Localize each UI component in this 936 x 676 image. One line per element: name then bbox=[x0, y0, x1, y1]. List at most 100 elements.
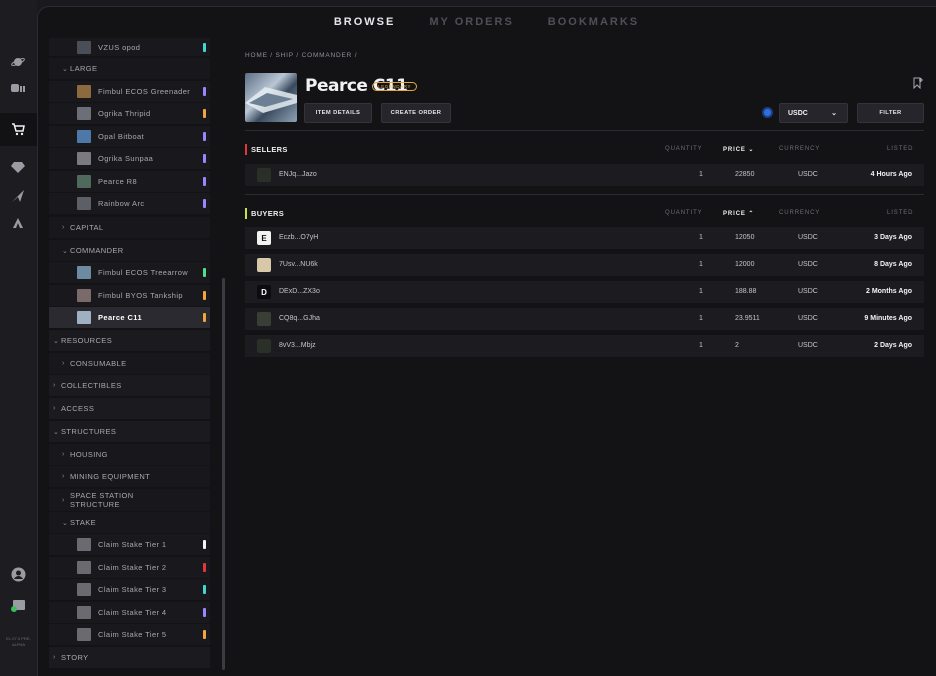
chevron-up-icon: ⌃ bbox=[748, 211, 755, 217]
item-thumbnail bbox=[77, 583, 91, 596]
rarity-indicator bbox=[203, 563, 206, 572]
buyer-row[interactable]: 8vV3...Mbjz 1 2 USDC 2 Days Ago bbox=[245, 335, 924, 357]
top-nav: BROWSE MY ORDERS BOOKMARKS bbox=[37, 6, 936, 38]
rarity-indicator bbox=[203, 43, 206, 52]
avatar bbox=[257, 339, 271, 353]
avatar: D bbox=[257, 285, 271, 299]
item-thumbnail bbox=[77, 197, 91, 210]
seller-row[interactable]: ENJq...Jazo 1 22850 USDC 4 Hours Ago bbox=[245, 164, 924, 186]
col-quantity: QUANTITY bbox=[665, 210, 703, 216]
sidebar-item[interactable]: Fimbul ECOS Treearrow bbox=[49, 262, 210, 283]
main-panel: HOME / SHIP / COMMANDER / Pearce C11 LEG… bbox=[233, 38, 936, 670]
sidebar-item[interactable]: Ogrika Thripid bbox=[49, 103, 210, 124]
avatar bbox=[257, 258, 271, 272]
filter-button[interactable]: FILTER bbox=[857, 103, 924, 123]
left-rail: EL.07.0 PRE-ALPHA bbox=[0, 0, 37, 676]
cart-icon[interactable] bbox=[9, 120, 27, 138]
buyer-row[interactable]: 7Usv...NU6k 1 12000 USDC 8 Days Ago bbox=[245, 254, 924, 276]
chevron-down-icon: ⌄ bbox=[748, 147, 755, 153]
sidebar-group-large[interactable]: ⌄ LARGE bbox=[49, 58, 210, 79]
item-thumbnail bbox=[77, 561, 91, 574]
sellers-accent bbox=[245, 144, 247, 155]
sidebar-item-selected[interactable]: Pearce C11 bbox=[49, 307, 210, 328]
sidebar-group-capital[interactable]: › CAPITAL bbox=[49, 217, 210, 238]
item-image bbox=[245, 73, 297, 122]
sidebar-group-structures[interactable]: ⌄ STRUCTURES bbox=[49, 421, 210, 442]
rarity-indicator bbox=[203, 199, 206, 208]
robot-icon[interactable] bbox=[9, 79, 27, 97]
category-sidebar: VZUS opod ⌄ LARGE Fimbul ECOS Greenader O… bbox=[49, 38, 210, 668]
item-thumbnail bbox=[77, 85, 91, 98]
item-thumbnail bbox=[77, 311, 91, 324]
rarity-indicator bbox=[203, 177, 206, 186]
bookmark-icon[interactable] bbox=[913, 77, 924, 92]
rarity-indicator bbox=[203, 630, 206, 639]
currency-select[interactable]: USDC ⌄ bbox=[779, 103, 848, 123]
sidebar-item[interactable]: Claim Stake Tier 1 bbox=[49, 534, 210, 555]
col-quantity: QUANTITY bbox=[665, 146, 703, 152]
sidebar-group-consumable[interactable]: › CONSUMABLE bbox=[49, 353, 210, 374]
avatar bbox=[257, 168, 271, 182]
rarity-badge: LEGENDARY bbox=[372, 82, 418, 91]
rarity-indicator bbox=[203, 291, 206, 300]
col-currency: CURRENCY bbox=[779, 146, 821, 152]
sidebar-item[interactable]: Fimbul BYOS Tankship bbox=[49, 285, 210, 306]
buyers-accent bbox=[245, 208, 247, 219]
sidebar-scrollbar[interactable] bbox=[222, 278, 225, 670]
col-listed: LISTED bbox=[887, 210, 914, 216]
sellers-title: SELLERS bbox=[251, 145, 288, 154]
wallet-icon[interactable] bbox=[9, 596, 27, 614]
ship-icon[interactable] bbox=[9, 187, 27, 205]
rarity-indicator bbox=[203, 268, 206, 277]
col-price-sort[interactable]: PRICE ⌃ bbox=[723, 210, 754, 217]
sidebar-group-stake[interactable]: ⌄ STAKE bbox=[49, 512, 210, 533]
item-thumbnail bbox=[77, 266, 91, 279]
item-details-button[interactable]: ITEM DETAILS bbox=[304, 103, 372, 123]
sidebar-item[interactable]: Claim Stake Tier 4 bbox=[49, 602, 210, 623]
sidebar-group-story[interactable]: › STORY bbox=[49, 647, 210, 668]
sidebar-item[interactable]: Rainbow Arc bbox=[49, 193, 210, 214]
sidebar-group-access[interactable]: › ACCESS bbox=[49, 398, 210, 419]
rarity-indicator bbox=[203, 109, 206, 118]
sidebar-group-mining-equipment[interactable]: › MINING EQUIPMENT bbox=[49, 466, 210, 487]
sidebar-item[interactable]: Ogrika Sunpaa bbox=[49, 148, 210, 169]
buyer-row[interactable]: E Eczb...O7yH 1 12050 USDC 3 Days Ago bbox=[245, 227, 924, 249]
planet-icon[interactable] bbox=[9, 53, 27, 71]
tab-browse[interactable]: BROWSE bbox=[334, 16, 396, 28]
tab-my-orders[interactable]: MY ORDERS bbox=[429, 16, 513, 28]
item-thumbnail bbox=[77, 628, 91, 641]
sidebar-item[interactable]: VZUS opod bbox=[49, 38, 210, 56]
divider bbox=[245, 194, 924, 195]
col-price-sort[interactable]: PRICE ⌄ bbox=[723, 146, 754, 153]
sidebar-group-commander[interactable]: ⌄ COMMANDER bbox=[49, 240, 210, 261]
create-order-button[interactable]: CREATE ORDER bbox=[381, 103, 451, 123]
buyers-header: BUYERS QUANTITY PRICE ⌃ CURRENCY LISTED bbox=[245, 207, 924, 221]
avatar bbox=[257, 312, 271, 326]
sidebar-group-space-station[interactable]: › SPACE STATION STRUCTURE bbox=[49, 489, 210, 511]
sidebar-group-collectibles[interactable]: › COLLECTIBLES bbox=[49, 375, 210, 396]
sidebar-item[interactable]: Claim Stake Tier 3 bbox=[49, 579, 210, 600]
item-thumbnail bbox=[77, 40, 91, 54]
sidebar-item[interactable]: Opal Bitboat bbox=[49, 126, 210, 147]
atlas-icon[interactable] bbox=[9, 214, 27, 232]
breadcrumb[interactable]: HOME / SHIP / COMMANDER / bbox=[245, 52, 357, 59]
rarity-indicator bbox=[203, 87, 206, 96]
sidebar-item[interactable]: Fimbul ECOS Greenader bbox=[49, 81, 210, 102]
avatar: E bbox=[257, 231, 271, 245]
sidebar-item[interactable]: Pearce R8 bbox=[49, 171, 210, 192]
item-thumbnail bbox=[77, 606, 91, 619]
buyer-row[interactable]: D DExD...ZX3o 1 188.88 USDC 2 Months Ago bbox=[245, 281, 924, 303]
item-thumbnail bbox=[77, 107, 91, 120]
account-icon[interactable] bbox=[9, 565, 27, 583]
sidebar-item[interactable]: Claim Stake Tier 2 bbox=[49, 557, 210, 578]
rarity-indicator bbox=[203, 313, 206, 322]
tab-bookmarks[interactable]: BOOKMARKS bbox=[548, 16, 639, 28]
sidebar-group-resources[interactable]: ⌄ RESOURCES bbox=[49, 330, 210, 351]
col-listed: LISTED bbox=[887, 146, 914, 152]
sidebar-group-housing[interactable]: › HOUSING bbox=[49, 444, 210, 465]
item-thumbnail bbox=[77, 538, 91, 551]
gem-icon[interactable] bbox=[9, 158, 27, 176]
sidebar-item[interactable]: Claim Stake Tier 5 bbox=[49, 624, 210, 645]
item-thumbnail bbox=[77, 130, 91, 143]
buyer-row[interactable]: CQ8q...GJha 1 23.9511 USDC 9 Minutes Ago bbox=[245, 308, 924, 330]
